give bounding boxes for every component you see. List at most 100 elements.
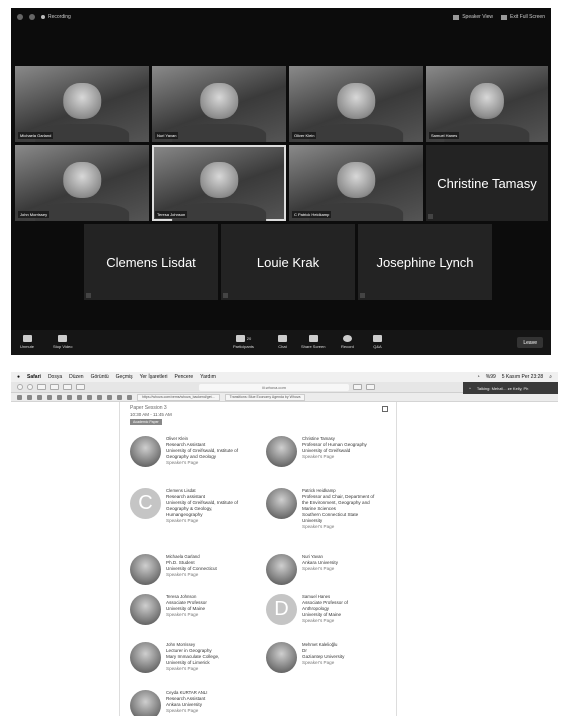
shield-icon[interactable] [17, 14, 23, 20]
video-tile[interactable]: Michaela Garland [15, 66, 149, 142]
speaker-card[interactable]: Mehmet Kalelioğlu Dr Gaziantep Universit… [266, 642, 400, 673]
video-tile-active-speaker[interactable]: Teresa Johnson [152, 145, 286, 221]
speaker-page-link[interactable]: Speaker's Page [166, 666, 264, 672]
participant-face [337, 82, 375, 120]
participants-button[interactable]: 20 Participants [233, 335, 254, 349]
bookmark-icon[interactable] [57, 394, 62, 400]
notification-banner[interactable]: ^ Talking: Mehzil... ze Kelly, Ph [463, 382, 558, 394]
menu-yer-isaretleri[interactable]: Yer İşaretleri [140, 374, 168, 380]
video-tile[interactable]: C Patrick Heidkamp [289, 145, 423, 221]
speaker-card[interactable]: Oliver Klein Research Assistant Universi… [130, 436, 264, 467]
sidebar-icon[interactable] [63, 384, 72, 390]
reload-icon[interactable] [353, 384, 362, 390]
speaker-page-link[interactable]: Speaker's Page [302, 566, 400, 572]
participant-body [309, 123, 403, 142]
battery-label: %99 [485, 374, 496, 380]
name-tile[interactable]: Clemens Lisdat [84, 224, 218, 300]
apple-icon[interactable]: ● [17, 374, 20, 380]
forward-button[interactable] [50, 384, 59, 390]
exit-full-screen-button[interactable]: Exit Full Screen [500, 14, 545, 20]
share-screen-button[interactable]: Share Screen [301, 335, 325, 349]
participant-name: Christine Tamasy [437, 175, 537, 191]
qa-button[interactable]: Q&A [373, 335, 382, 349]
name-tile[interactable]: Louie Krak [221, 224, 355, 300]
speaker-card[interactable]: Patrick Heidkamp Professor and Chair, De… [266, 488, 400, 530]
back-button[interactable] [37, 384, 46, 390]
speaker-avatar [130, 436, 161, 467]
record-button[interactable]: Record [341, 335, 354, 349]
participant-name: Louie Krak [256, 254, 320, 270]
unmute-button[interactable]: Unmute [20, 335, 34, 349]
menu-dosya[interactable]: Dosya [48, 374, 62, 380]
speaker-card[interactable]: D Samuel Hanes Associate Professor of An… [266, 594, 400, 625]
close-window-icon[interactable] [17, 384, 23, 390]
menu-safari[interactable]: Safari [27, 374, 41, 380]
bookmark-icon[interactable] [37, 394, 42, 400]
video-tile[interactable]: John Morrissey [15, 145, 149, 221]
menu-pencere[interactable]: Pencere [175, 374, 194, 380]
bookmark-icon[interactable] [17, 394, 22, 400]
menu-gecmis[interactable]: Geçmiş [116, 374, 133, 380]
speaker-page-link[interactable]: Speaker's Page [302, 524, 400, 530]
speaker-avatar: C [130, 488, 161, 519]
speaker-card[interactable]: Christine Tamasy Professor of Human Geog… [266, 436, 400, 467]
record-icon [342, 335, 352, 342]
wifi-icon[interactable]: ◔ [477, 374, 480, 380]
bookmark-icon[interactable] [47, 394, 52, 400]
speaker-card[interactable]: John Morrissey Lecturer in Geography Mar… [130, 642, 264, 673]
speaker-card[interactable]: Teresa Johnson Associate Professor Unive… [130, 594, 264, 625]
speaker-card[interactable]: Ceyda KURTAR ANLI Research Assistant Ank… [130, 690, 264, 716]
bookmark-icon[interactable] [97, 394, 102, 400]
browser-tab[interactable]: https://whova.com/xems/whova_backend/get… [137, 393, 220, 401]
menu-duzen[interactable]: Düzen [69, 374, 83, 380]
video-tile[interactable]: Samuel Hanes [426, 66, 548, 142]
name-tile[interactable]: Josephine Lynch [358, 224, 492, 300]
browser-tab[interactable]: Transitions: Blue Economy Agenda by Whov… [224, 393, 306, 401]
participant-name: Oliver Klein [292, 132, 317, 139]
participant-name: Michaela Garland [18, 132, 54, 139]
bookmark-icon[interactable] [27, 394, 32, 400]
stop-video-button[interactable]: Stop Video [53, 335, 73, 349]
speaker-page-link[interactable]: Speaker's Page [166, 708, 264, 714]
bookmark-icon[interactable] [67, 394, 72, 400]
speaker-page-link[interactable]: Speaker's Page [302, 454, 400, 460]
speaker-page-link[interactable]: Speaker's Page [166, 612, 264, 618]
info-icon[interactable] [29, 14, 35, 20]
menu-yardim[interactable]: Yardım [200, 374, 216, 380]
participant-body [172, 123, 266, 142]
speaker-page-link[interactable]: Speaker's Page [302, 660, 400, 666]
video-tile[interactable]: Nuri Yavan [152, 66, 286, 142]
address-bar[interactable]: iii.whova.com [199, 383, 349, 391]
search-icon[interactable]: ⌕ [549, 374, 552, 380]
speaker-page-link[interactable]: Speaker's Page [166, 518, 264, 524]
bookmark-icon[interactable] [77, 394, 82, 400]
session-title: Paper Session 3 [130, 405, 167, 411]
chat-button[interactable]: Chat [278, 335, 287, 349]
reader-icon[interactable] [366, 384, 375, 390]
speaker-page-link[interactable]: Speaker's Page [166, 460, 264, 466]
speaker-page-link[interactable]: Speaker's Page [302, 618, 400, 624]
bookmarks-bar: https://whova.com/xems/whova_backend/get… [11, 393, 558, 402]
participants-icon [235, 335, 245, 342]
recording-indicator: Recording [41, 14, 71, 20]
name-tile[interactable]: Christine Tamasy [426, 145, 548, 221]
speaker-card[interactable]: Nuri Yavan Ankara University Speaker's P… [266, 554, 400, 585]
calendar-icon[interactable] [382, 406, 388, 412]
participant-name: Nuri Yavan [155, 132, 179, 139]
speaker-card[interactable]: C Clemens Lisdat Research assistant Univ… [130, 488, 264, 524]
speaker-card[interactable]: Michaela Garland Ph.D. Student Universit… [130, 554, 264, 585]
bookmark-icon[interactable] [107, 394, 112, 400]
bookmark-icon[interactable] [117, 394, 122, 400]
session-page: Paper Session 3 10:30 AM - 11:45 AM Acad… [119, 402, 397, 716]
video-tile[interactable]: Oliver Klein [289, 66, 423, 142]
menu-goruntu[interactable]: Görüntü [91, 374, 109, 380]
speaker-view-button[interactable]: Speaker View [453, 14, 493, 20]
speaker-page-link[interactable]: Speaker's Page [166, 572, 264, 578]
speaker-avatar [130, 690, 161, 716]
participant-name: Clemens Lisdat [106, 254, 196, 270]
bookmark-icon[interactable] [127, 394, 132, 400]
privacy-icon[interactable] [76, 384, 85, 390]
minimize-window-icon[interactable] [27, 384, 33, 390]
bookmark-icon[interactable] [87, 394, 92, 400]
leave-button[interactable]: Leave [517, 337, 543, 348]
